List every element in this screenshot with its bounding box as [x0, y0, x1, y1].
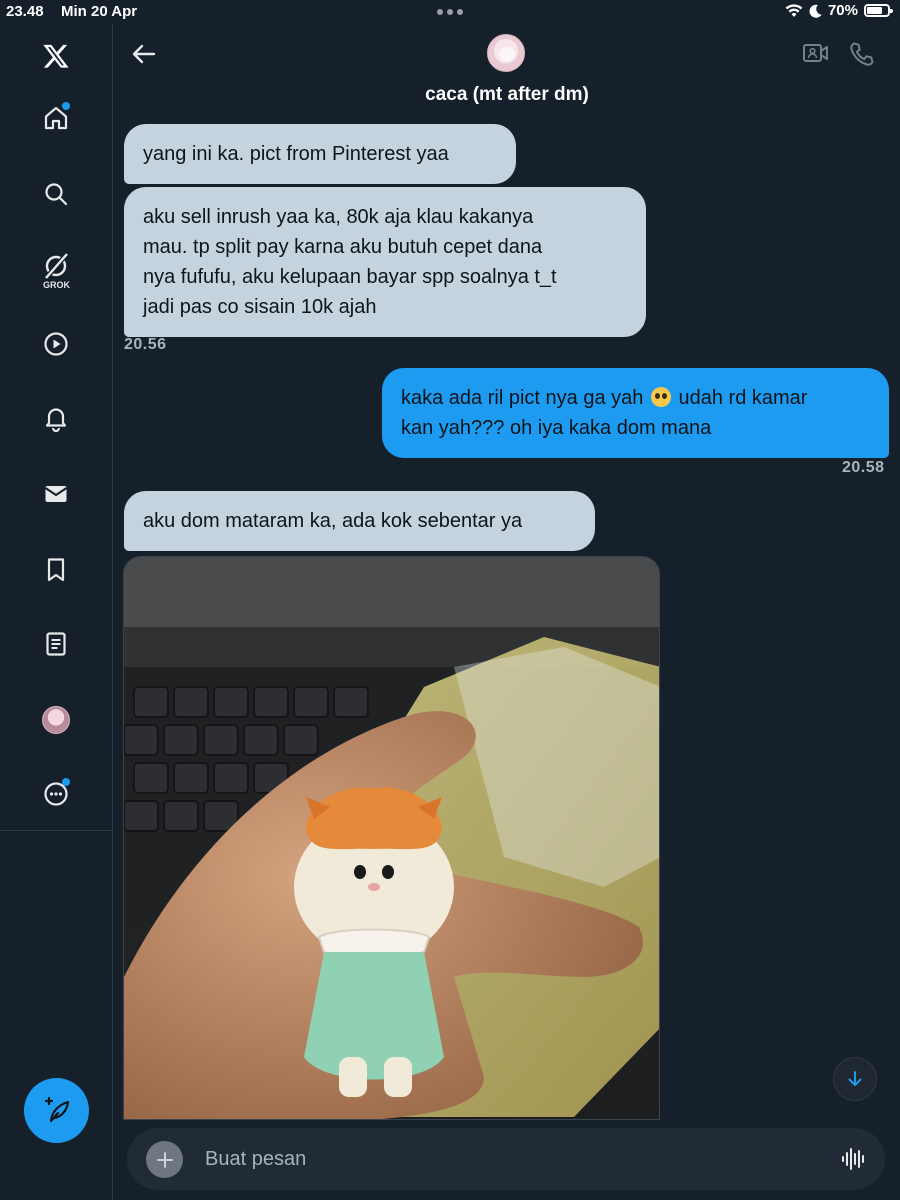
status-bar: 23.48 Min 20 Apr 70%: [0, 0, 900, 24]
status-time: 23.48: [6, 3, 44, 20]
message-timestamp: 20.56: [124, 336, 167, 353]
more-notification-dot: [62, 778, 70, 786]
figurine-photo-image: [124, 557, 659, 1119]
contact-name[interactable]: caca (mt after dm): [114, 84, 900, 106]
lists-icon[interactable]: [36, 624, 76, 664]
message-text-part: kaka ada ril pict nya ga yah: [401, 387, 644, 409]
phone-call-icon[interactable]: [848, 40, 876, 68]
more-icon[interactable]: [36, 774, 76, 814]
video-play-icon[interactable]: [36, 324, 76, 364]
status-right: 70%: [785, 2, 893, 19]
message-input[interactable]: [205, 1128, 805, 1190]
message-line: jadi pas co sisain 10k ajah: [143, 296, 377, 318]
moon-icon: [809, 4, 822, 18]
add-attachment-button[interactable]: [146, 1141, 183, 1178]
battery-percent: 70%: [827, 2, 858, 19]
home-notification-dot: [62, 102, 70, 110]
message-bubble-outgoing[interactable]: kaka ada ril pict nya ga yah udah rd kam…: [382, 368, 889, 458]
video-call-icon[interactable]: [802, 41, 830, 65]
message-line: kan yah??? oh iya kaka dom mana: [401, 417, 712, 439]
back-arrow-icon[interactable]: [128, 38, 160, 70]
compose-post-button[interactable]: [24, 1078, 89, 1143]
plus-icon: [156, 1151, 173, 1168]
scroll-to-bottom-button[interactable]: [833, 1057, 877, 1101]
grok-label: GROK: [43, 280, 70, 290]
message-bubble-incoming[interactable]: aku sell inrush yaa ka, 80k aja klau kak…: [124, 187, 646, 337]
message-bubble-incoming[interactable]: yang ini ka. pict from Pinterest yaa: [124, 124, 516, 184]
messages-icon[interactable]: [36, 474, 76, 514]
wifi-icon: [785, 3, 803, 17]
message-timestamp: 20.58: [842, 459, 885, 476]
notifications-icon[interactable]: [36, 398, 76, 438]
contact-avatar[interactable]: [487, 34, 525, 72]
message-text: aku dom mataram ka, ada kok sebentar ya: [143, 510, 523, 532]
x-logo-icon[interactable]: [36, 36, 76, 76]
message-bubble-incoming[interactable]: aku dom mataram ka, ada kok sebentar ya: [124, 491, 595, 551]
message-line: nya fufufu, aku kelupaan bayar spp soaln…: [143, 266, 557, 288]
arrow-down-icon: [848, 1071, 862, 1086]
sidebar: GROK: [0, 24, 113, 1200]
message-line: mau. tp split pay karna aku butuh cepet …: [143, 236, 543, 258]
bookmark-icon[interactable]: [36, 550, 76, 590]
message-text-part: udah rd kamar: [678, 387, 808, 409]
conversation-header: caca (mt after dm): [114, 24, 900, 112]
voice-waveform-icon[interactable]: [841, 1146, 865, 1172]
message-line: aku sell inrush yaa ka, 80k aja klau kak…: [143, 206, 534, 228]
profile-avatar[interactable]: [36, 700, 76, 740]
sidebar-divider: [0, 830, 113, 831]
multitasking-dots-icon[interactable]: [437, 9, 463, 15]
message-composer: [127, 1128, 885, 1190]
compose-feather-icon: [44, 1096, 69, 1122]
pleading-face-emoji-icon: [650, 387, 671, 407]
message-text: yang ini ka. pict from Pinterest yaa: [143, 143, 449, 165]
status-date: Min 20 Apr: [61, 3, 138, 20]
photo-message[interactable]: [123, 556, 660, 1120]
search-icon[interactable]: [36, 174, 76, 214]
message-line: kaka ada ril pict nya ga yah udah rd kam…: [401, 383, 870, 413]
battery-icon: [864, 4, 893, 17]
home-icon[interactable]: [36, 98, 76, 138]
